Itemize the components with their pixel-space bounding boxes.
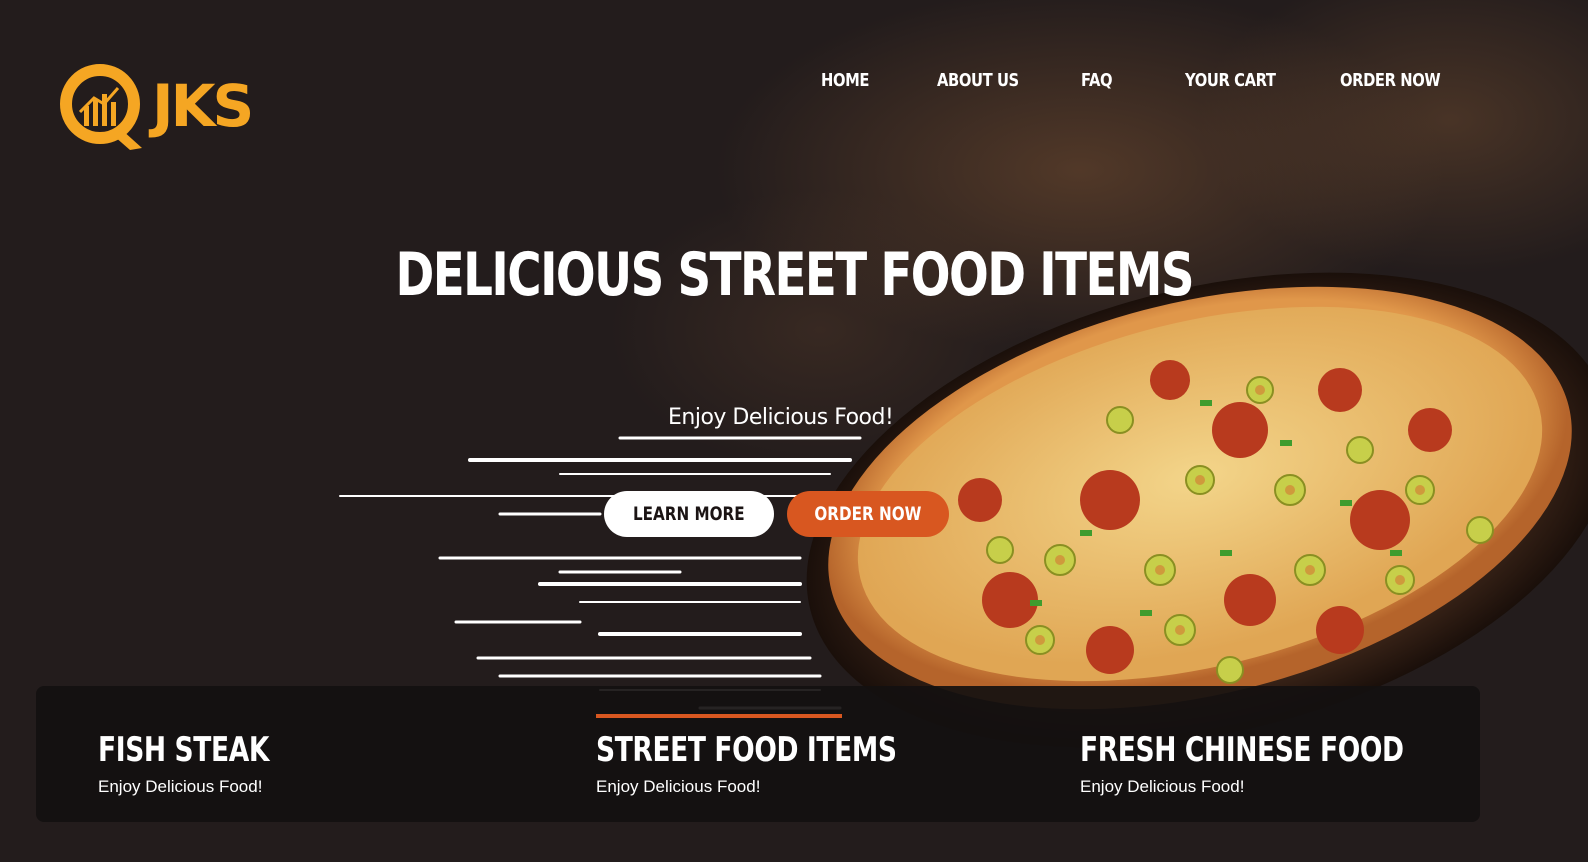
feature-card-street-food[interactable]: STREET FOOD ITEMS Enjoy Delicious Food! — [596, 686, 897, 822]
logo-text: JKS — [148, 72, 251, 140]
feature-subtitle: Enjoy Delicious Food! — [596, 777, 761, 796]
learn-more-button[interactable]: LEARN MORE — [604, 491, 774, 537]
order-now-button[interactable]: ORDER NOW — [787, 491, 949, 537]
feature-card-chinese-food[interactable]: FRESH CHINESE FOOD Enjoy Delicious Food! — [1080, 686, 1404, 822]
brand-logo[interactable]: JKS — [56, 62, 266, 154]
feature-title: FRESH CHINESE FOOD — [1080, 730, 1404, 770]
active-indicator — [596, 714, 842, 718]
feature-title: STREET FOOD ITEMS — [596, 730, 897, 770]
hero-section: JKS HOME ABOUT US FAQ YOUR CART ORDER NO… — [0, 0, 1588, 862]
order-now-label: ORDER NOW — [814, 503, 922, 525]
nav-your-cart[interactable]: YOUR CART — [1185, 70, 1276, 91]
learn-more-label: LEARN MORE — [633, 503, 745, 525]
feature-subtitle: Enjoy Delicious Food! — [98, 777, 263, 796]
nav-order-now[interactable]: ORDER NOW — [1340, 70, 1441, 91]
hero-title-wrap: DELICIOUS STREET FOOD ITEMS — [0, 240, 1588, 310]
nav-home[interactable]: HOME — [821, 70, 869, 91]
hero-tagline: Enjoy Delicious Food! — [668, 405, 894, 430]
nav-about-us[interactable]: ABOUT US — [937, 70, 1019, 91]
feature-subtitle: Enjoy Delicious Food! — [1080, 777, 1245, 796]
nav-faq[interactable]: FAQ — [1081, 70, 1113, 91]
feature-panel: FISH STEAK Enjoy Delicious Food! STREET … — [36, 686, 1480, 822]
hero-title: DELICIOUS STREET FOOD ITEMS — [395, 240, 1194, 310]
feature-title: FISH STEAK — [98, 730, 270, 770]
feature-card-fish-steak[interactable]: FISH STEAK Enjoy Delicious Food! — [98, 686, 398, 822]
